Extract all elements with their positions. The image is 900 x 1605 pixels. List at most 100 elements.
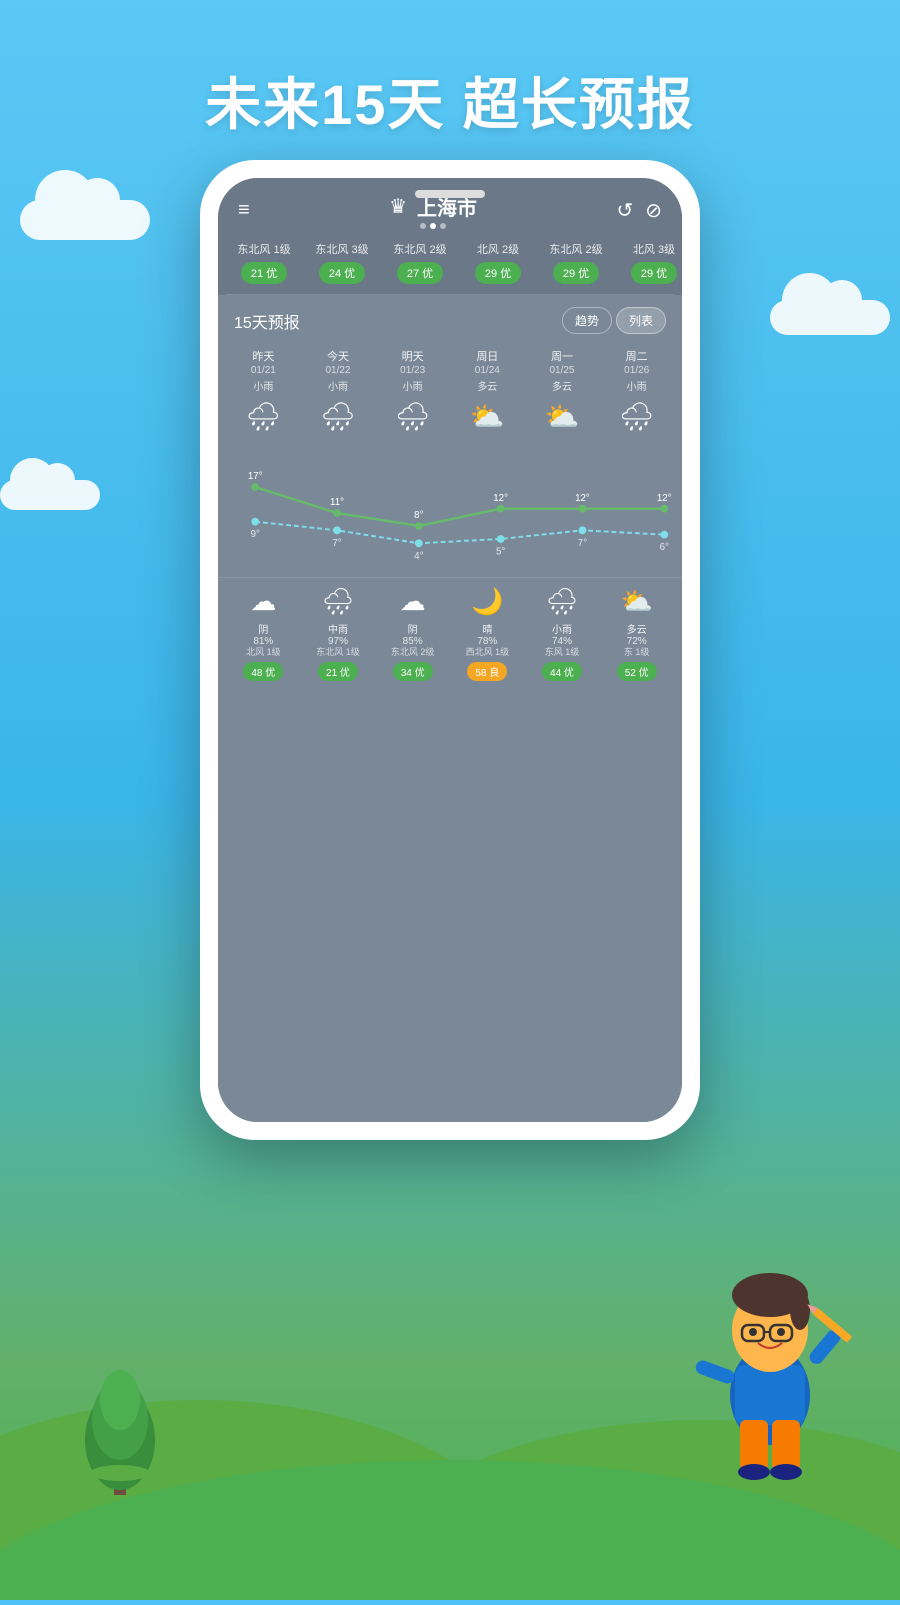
- night-icon-1: 🌧: [321, 586, 354, 617]
- svg-text:6°: 6°: [660, 542, 669, 553]
- day-condition-5: 小雨: [627, 378, 647, 393]
- day-condition-2: 小雨: [403, 378, 423, 393]
- day-condition-0: 小雨: [253, 378, 273, 393]
- aqi-item-4: 东北风 2级 29 优: [542, 243, 610, 284]
- day-date-2: 01/23: [400, 365, 425, 376]
- day-col-1: 今天 01/22 小雨 🌧: [301, 346, 376, 444]
- page-title: 未来15天 超长预报: [0, 60, 900, 141]
- humidity-3: 78%: [477, 636, 497, 647]
- tab-list[interactable]: 列表: [616, 307, 666, 334]
- night-icon-4: 🌧: [545, 586, 578, 617]
- svg-text:9°: 9°: [251, 529, 260, 540]
- day-date-5: 01/26: [624, 365, 649, 376]
- night-condition-0: 阴: [258, 621, 268, 636]
- bottom-wind-2: 东北风 2级: [391, 647, 435, 659]
- wind-text-5: 北风 3级: [633, 243, 675, 258]
- bottom-col-2: ☁ 阴 85% 东北风 2级 34 优: [375, 582, 450, 686]
- forecast-header: 15天预报 趋势 列表: [218, 295, 682, 342]
- day-col-2: 明天 01/23 小雨 🌧: [375, 346, 450, 444]
- aqi-item-0: 东北风 1级 21 优: [230, 243, 298, 284]
- day-icon-2: 🌧: [393, 397, 433, 437]
- day-icon-3: ⛅: [467, 397, 507, 437]
- page-dots: [420, 223, 446, 229]
- day-name-2: 明天: [402, 350, 424, 364]
- bottom-weather: ☁ 阴 81% 北风 1级 48 优 🌧 中雨 97% 东北风 1级 21 优 …: [218, 577, 682, 694]
- night-condition-1: 中雨: [328, 621, 348, 636]
- night-icon-0: ☁: [250, 586, 276, 617]
- aqi-item-5: 北风 3级 29 优: [620, 243, 682, 284]
- phone-frame: ≡ ♛ 上海市 ↺ ⊘: [200, 160, 700, 1140]
- bottom-aqi-2: 34 优: [393, 662, 433, 681]
- humidity-1: 97%: [328, 636, 348, 647]
- aqi-badge-5: 29 优: [631, 262, 677, 284]
- aqi-badge-1: 24 优: [319, 262, 365, 284]
- aqi-badge-2: 27 优: [397, 262, 443, 284]
- aqi-badge-4: 29 优: [553, 262, 599, 284]
- top-bar-actions: ↺ ⊘: [616, 198, 662, 223]
- day-date-3: 01/24: [475, 365, 500, 376]
- bottom-aqi-3: 58 良: [467, 662, 507, 681]
- phone-screen: ≡ ♛ 上海市 ↺ ⊘: [218, 178, 682, 1122]
- day-name-4: 周一: [551, 350, 573, 364]
- night-icon-2: ☁: [400, 586, 426, 617]
- day-icon-5: 🌧: [617, 397, 657, 437]
- bottom-aqi-4: 44 优: [542, 662, 582, 681]
- bottom-col-1: 🌧 中雨 97% 东北风 1级 21 优: [301, 582, 376, 686]
- tab-trend[interactable]: 趋势: [562, 307, 612, 334]
- day-date-1: 01/22: [325, 365, 350, 376]
- wind-text-2: 东北风 2级: [393, 243, 446, 258]
- app-content: ≡ ♛ 上海市 ↺ ⊘: [218, 178, 682, 1122]
- svg-text:12°: 12°: [575, 493, 590, 504]
- cloud-right: [770, 300, 890, 335]
- day-icon-1: 🌧: [318, 397, 358, 437]
- forecast-title: 15天预报: [234, 309, 300, 333]
- bottom-wind-4: 东风 1级: [545, 647, 580, 659]
- aqi-item-2: 东北风 2级 27 优: [386, 243, 454, 284]
- cloud-left-bottom: [0, 480, 100, 510]
- night-condition-5: 多云: [627, 621, 647, 636]
- day-name-0: 昨天: [252, 350, 274, 364]
- svg-text:11°: 11°: [330, 497, 344, 508]
- svg-text:17°: 17°: [248, 471, 263, 482]
- wind-text-0: 东北风 1级: [237, 243, 290, 258]
- svg-text:7°: 7°: [578, 538, 587, 549]
- day-date-0: 01/21: [251, 365, 276, 376]
- night-condition-3: 晴: [482, 621, 492, 636]
- day-condition-3: 多云: [477, 378, 497, 393]
- aqi-item-3: 北风 2级 29 优: [464, 243, 532, 284]
- phone-speaker: [415, 190, 485, 198]
- menu-icon[interactable]: ≡: [238, 199, 250, 222]
- cloud-left-top: [20, 200, 150, 240]
- day-columns: 昨天 01/21 小雨 🌧 今天 01/22 小雨 🌧 明天 01/23 小雨 …: [218, 342, 682, 448]
- svg-text:7°: 7°: [332, 538, 341, 549]
- aqi-item-1: 东北风 3级 24 优: [308, 243, 376, 284]
- day-date-4: 01/25: [549, 365, 574, 376]
- bottom-wind-1: 东北风 1级: [316, 647, 360, 659]
- bottom-wind-3: 西北风 1级: [466, 647, 510, 659]
- refresh-icon[interactable]: ↺: [616, 198, 633, 223]
- share-icon[interactable]: ⊘: [645, 198, 662, 223]
- crown-icon[interactable]: ♛: [389, 194, 407, 219]
- character-decoration: [680, 1235, 860, 1520]
- bottom-wind-0: 北风 1级: [246, 647, 281, 659]
- day-col-0: 昨天 01/21 小雨 🌧: [226, 346, 301, 444]
- day-condition-4: 多云: [552, 378, 572, 393]
- night-icon-3: 🌙: [471, 586, 503, 617]
- night-condition-4: 小雨: [552, 621, 572, 636]
- aqi-scroll-row: 东北风 1级 21 优 东北风 3级 24 优 东北风 2级 27 优 北风 2…: [218, 237, 682, 294]
- aqi-badge-0: 21 优: [241, 262, 287, 284]
- svg-text:5°: 5°: [496, 546, 505, 557]
- humidity-0: 81%: [253, 636, 273, 647]
- wind-text-1: 东北风 3级: [315, 243, 368, 258]
- svg-text:4°: 4°: [414, 551, 423, 562]
- day-name-5: 周二: [626, 350, 648, 364]
- humidity-5: 72%: [627, 636, 647, 647]
- bottom-aqi-5: 52 优: [617, 662, 657, 681]
- bottom-col-4: 🌧 小雨 74% 东风 1级 44 优: [525, 582, 600, 686]
- day-col-3: 周日 01/24 多云 ⛅: [450, 346, 525, 444]
- night-icon-5: ⛅: [620, 586, 652, 617]
- day-condition-1: 小雨: [328, 378, 348, 393]
- humidity-4: 74%: [552, 636, 572, 647]
- wind-text-4: 东北风 2级: [549, 243, 602, 258]
- dot-1: [420, 223, 426, 229]
